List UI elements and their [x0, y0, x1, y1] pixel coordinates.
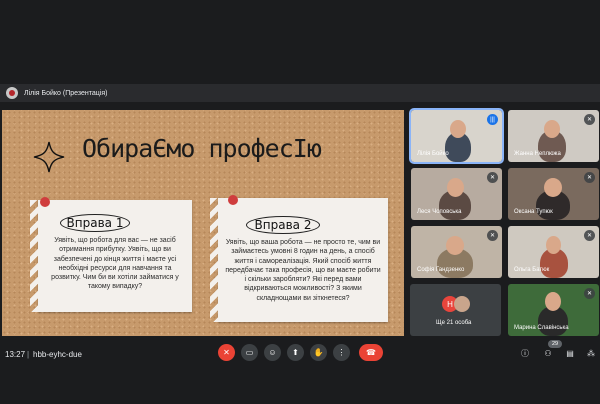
mic-off-icon: ✕	[584, 288, 595, 299]
presentation-bar: Лілія Бойко (Презентація)	[0, 84, 600, 102]
participant-name: Жанна Неплюжа	[514, 151, 561, 157]
exercise-2-label: Вправа 2	[246, 216, 320, 234]
more-icon[interactable]: ⋮	[333, 344, 350, 361]
exercise-2-text: Уявіть, що ваша робота — не просто те, ч…	[225, 239, 381, 302]
mic-off-icon: ✕	[584, 230, 595, 241]
divider: |	[27, 350, 30, 359]
exercise-card-2: Вправа 2 Уявіть, що ваша робота — не про…	[210, 195, 388, 322]
clock: 13:27	[5, 350, 26, 359]
end-call-icon[interactable]: ☎	[359, 344, 383, 361]
camera-icon[interactable]: ▭	[241, 344, 258, 361]
participant-name: Софія Гандзенко	[417, 267, 465, 273]
participant-name: Марина Славінська	[514, 325, 569, 331]
mic-off-icon: ✕	[487, 230, 498, 241]
participant-tile[interactable]: ✕ Ольга Батюк	[508, 226, 599, 278]
avatar	[544, 178, 562, 197]
info-icon[interactable]: ⓘ	[520, 348, 530, 358]
avatar	[546, 236, 561, 254]
pin-icon	[40, 197, 50, 207]
sparkle-icon	[33, 141, 65, 173]
exercise-1-text: Уявіть, що робота для вас — не засіб отр…	[51, 237, 179, 291]
avatar	[446, 236, 464, 255]
speaking-icon: |||	[487, 114, 498, 125]
slide-title: ОбираЄмо професІю	[82, 134, 322, 163]
avatar	[450, 120, 466, 138]
people-icon[interactable]: ⚇	[543, 348, 553, 358]
raise-hand-icon[interactable]: ✋	[310, 344, 327, 361]
avatar	[545, 292, 561, 311]
more-participants-tile[interactable]: Н Ще 21 особа	[410, 284, 501, 336]
control-bar: 13:27 | hbb-eyhc-due ✕ ▭ ☺ ⬆ ✋ ⋮ ☎ ⓘ 29 …	[0, 340, 600, 370]
meeting-code: hbb-eyhc-due	[33, 350, 82, 359]
activities-icon[interactable]: ⁂	[586, 348, 596, 358]
presenter-avatar-icon	[6, 87, 18, 99]
participant-tile[interactable]: ✕ Оксана Тупюк	[508, 168, 599, 220]
pin-icon	[228, 195, 238, 205]
mic-off-icon: ✕	[584, 114, 595, 125]
people-count-badge: 29	[548, 340, 562, 348]
more-participants-label: Ще 21 особа	[436, 320, 472, 326]
mic-off-icon: ✕	[487, 172, 498, 183]
exercise-card-1: Вправа 1 Уявіть, що робота для вас — не …	[30, 197, 192, 312]
mic-off-icon: ✕	[584, 172, 595, 183]
participant-tile[interactable]: ||| Лілія Бойко	[409, 108, 504, 164]
present-icon[interactable]: ⬆	[287, 344, 304, 361]
participant-name: Лілія Бойко	[417, 151, 449, 157]
participant-tile[interactable]: ✕ Софія Гандзенко	[411, 226, 502, 278]
avatar	[447, 178, 464, 197]
participant-tile[interactable]: ✕ Леся Чоповська	[411, 168, 502, 220]
exercise-1-label: Вправа 1	[60, 214, 130, 232]
participant-tile[interactable]: ✕ Марина Славінська	[508, 284, 599, 336]
emoji-icon[interactable]: ☺	[264, 344, 281, 361]
participant-name: Оксана Тупюк	[514, 209, 553, 215]
shared-slide: ОбираЄмо професІю Вправа 1 Уявіть, що ро…	[2, 110, 404, 336]
participant-name: Леся Чоповська	[417, 209, 462, 215]
participant-tile[interactable]: ✕ Жанна Неплюжа	[508, 110, 599, 162]
participant-name: Ольга Батюк	[514, 267, 550, 273]
mic-off-icon[interactable]: ✕	[218, 344, 235, 361]
chat-icon[interactable]: ▤	[565, 348, 575, 358]
presentation-label: Лілія Бойко (Презентація)	[24, 89, 108, 97]
avatar	[544, 120, 560, 138]
avatar	[454, 296, 470, 312]
